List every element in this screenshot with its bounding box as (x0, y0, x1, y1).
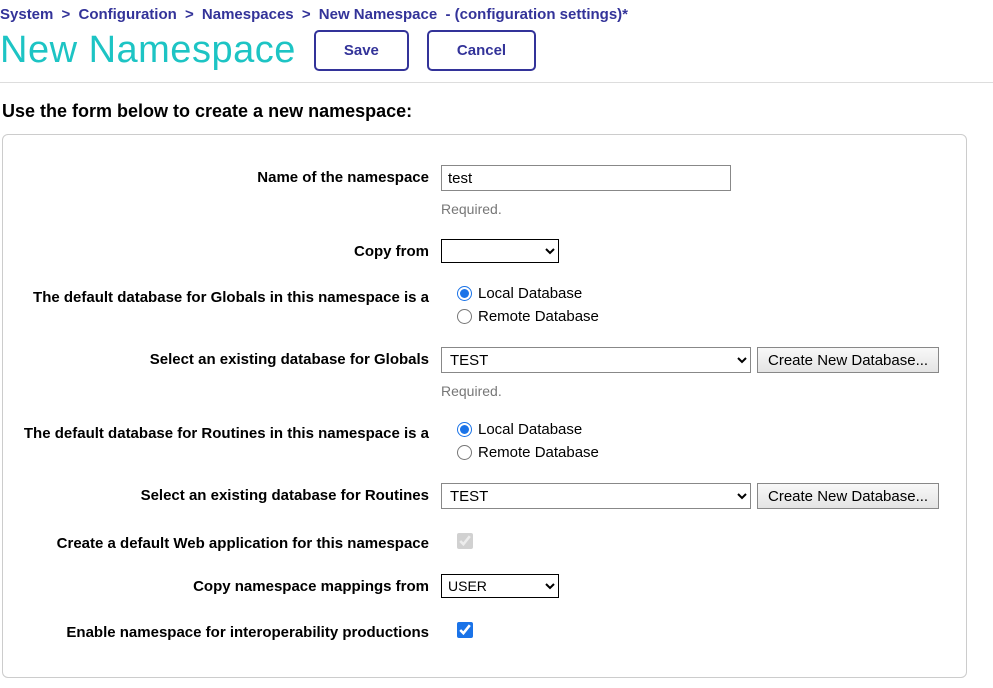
breadcrumb-item-new-namespace[interactable]: New Namespace (319, 6, 437, 23)
breadcrumb-item-system[interactable]: System (0, 6, 53, 23)
namespace-name-input[interactable] (441, 165, 731, 191)
radio-globals-remote-label: Remote Database (478, 308, 599, 325)
label-globals-db-type: The default database for Globals in this… (13, 285, 441, 306)
label-copy-mappings: Copy namespace mappings from (13, 574, 441, 595)
breadcrumb-suffix: - (configuration settings)* (446, 6, 629, 23)
row-copy-from: Copy from (13, 239, 956, 263)
row-routines-db-select: Select an existing database for Routines… (13, 483, 956, 509)
divider (0, 82, 993, 83)
row-copy-mappings: Copy namespace mappings from USER (13, 574, 956, 598)
label-globals-db-select: Select an existing database for Globals (13, 347, 441, 368)
save-button[interactable]: Save (314, 30, 409, 71)
radio-globals-local[interactable]: Local Database (457, 285, 599, 302)
cancel-button[interactable]: Cancel (427, 30, 536, 71)
radio-routines-remote[interactable]: Remote Database (457, 444, 599, 461)
radio-globals-local-label: Local Database (478, 285, 582, 302)
form-container: Name of the namespace Required. Copy fro… (2, 134, 967, 678)
label-namespace-name: Name of the namespace (13, 165, 441, 186)
radio-routines-local[interactable]: Local Database (457, 421, 599, 438)
breadcrumb-item-configuration[interactable]: Configuration (78, 6, 176, 23)
label-routines-db-select: Select an existing database for Routines (13, 483, 441, 504)
row-globals-db-type: The default database for Globals in this… (13, 285, 956, 325)
chevron-right-icon: > (302, 6, 311, 23)
label-create-webapp: Create a default Web application for thi… (13, 531, 441, 552)
radio-routines-local-label: Local Database (478, 421, 582, 438)
page-title: New Namespace (0, 29, 296, 72)
row-enable-interop: Enable namespace for interoperability pr… (13, 620, 956, 641)
create-globals-db-button[interactable]: Create New Database... (757, 347, 939, 373)
row-create-webapp: Create a default Web application for thi… (13, 531, 956, 552)
copy-mappings-select[interactable]: USER (441, 574, 559, 598)
radio-globals-local-input[interactable] (457, 286, 472, 301)
label-routines-db-type: The default database for Routines in thi… (13, 421, 441, 442)
page-header: New Namespace Save Cancel (0, 29, 993, 80)
breadcrumb-item-namespaces[interactable]: Namespaces (202, 6, 294, 23)
radio-globals-remote[interactable]: Remote Database (457, 308, 599, 325)
hint-required-globals: Required. (441, 383, 956, 399)
radio-routines-remote-input[interactable] (457, 445, 472, 460)
enable-interop-checkbox[interactable] (457, 622, 473, 638)
radio-globals-remote-input[interactable] (457, 309, 472, 324)
hint-required: Required. (441, 201, 956, 217)
create-webapp-checkbox (457, 533, 473, 549)
chevron-right-icon: > (185, 6, 194, 23)
radio-routines-remote-label: Remote Database (478, 444, 599, 461)
form-intro: Use the form below to create a new names… (2, 101, 993, 122)
copy-from-select[interactable] (441, 239, 559, 263)
row-namespace-name: Name of the namespace Required. (13, 165, 956, 217)
chevron-right-icon: > (62, 6, 71, 23)
label-copy-from: Copy from (13, 239, 441, 260)
radio-routines-local-input[interactable] (457, 422, 472, 437)
routines-db-select[interactable]: TEST (441, 483, 751, 509)
label-enable-interop: Enable namespace for interoperability pr… (13, 620, 441, 641)
globals-db-select[interactable]: TEST (441, 347, 751, 373)
breadcrumb: System > Configuration > Namespaces > Ne… (0, 0, 993, 29)
create-routines-db-button[interactable]: Create New Database... (757, 483, 939, 509)
row-routines-db-type: The default database for Routines in thi… (13, 421, 956, 461)
row-globals-db-select: Select an existing database for Globals … (13, 347, 956, 399)
